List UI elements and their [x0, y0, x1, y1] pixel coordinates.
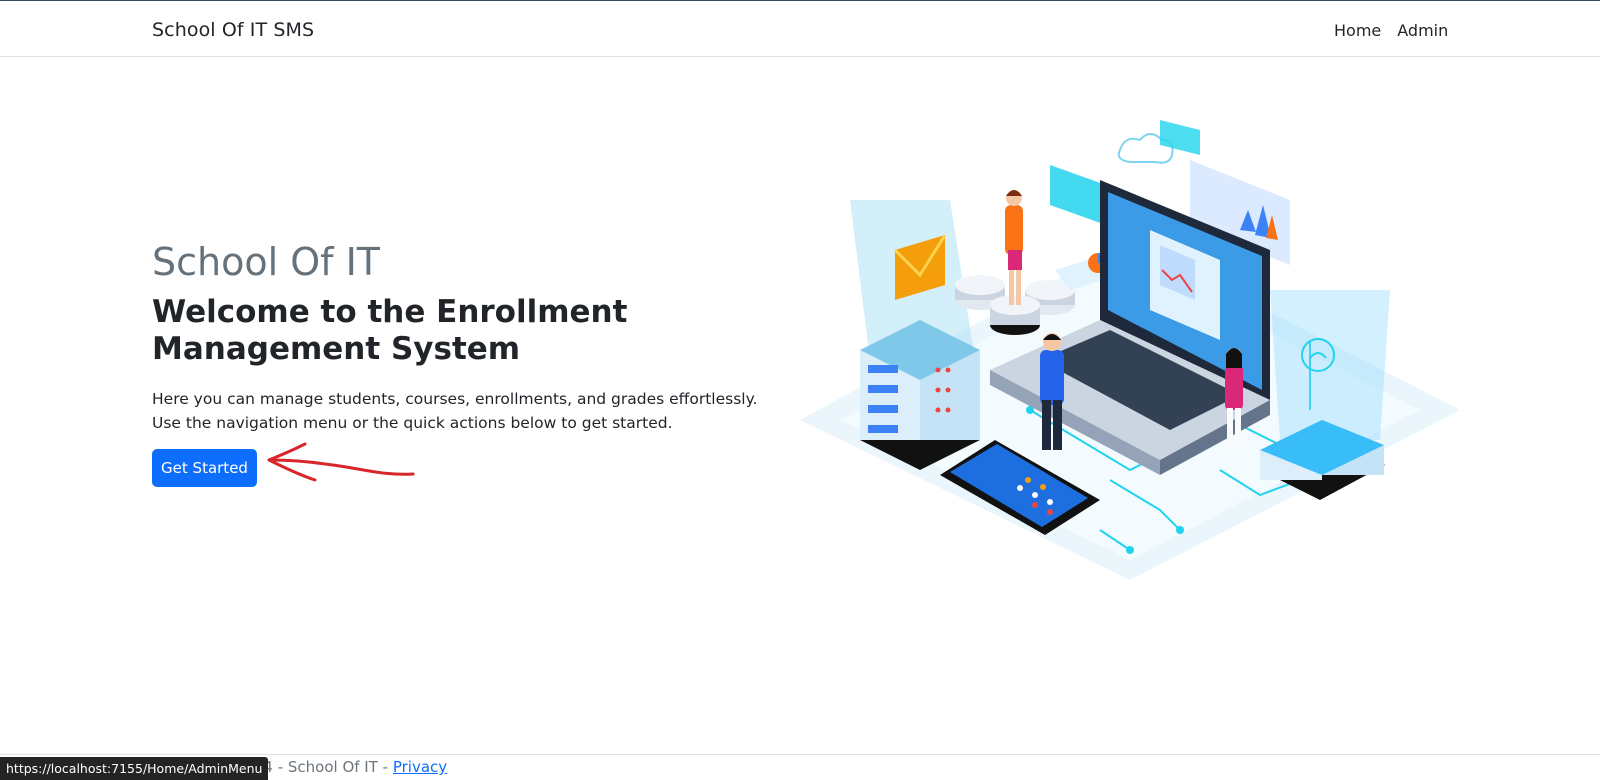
annotation-arrow-icon — [267, 442, 415, 482]
navbar: School Of IT SMS Home Admin — [0, 1, 1600, 57]
hero-subtitle: Welcome to the Enrollment Management Sys… — [152, 293, 628, 368]
hero-section: School Of IT Welcome to the Enrollment M… — [152, 240, 772, 435]
get-started-button[interactable]: Get Started — [152, 449, 257, 487]
hero-title: School Of IT — [152, 240, 381, 284]
nav-link-home[interactable]: Home — [1334, 21, 1381, 40]
hero-description: Here you can manage students, courses, e… — [152, 390, 758, 433]
nav-link-admin[interactable]: Admin — [1397, 21, 1448, 40]
navbar-brand[interactable]: School Of IT SMS — [152, 19, 314, 41]
browser-status-url: https://localhost:7155/Home/AdminMenu — [0, 757, 269, 780]
hero-illustration — [800, 120, 1460, 580]
nav-links: Home Admin — [1334, 21, 1448, 40]
privacy-link[interactable]: Privacy — [393, 758, 447, 776]
